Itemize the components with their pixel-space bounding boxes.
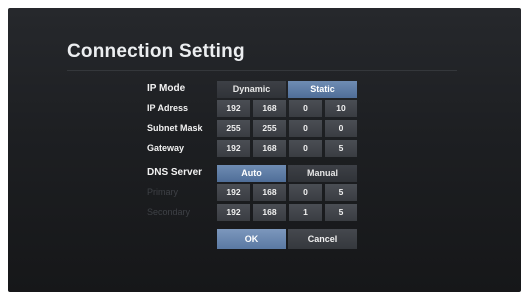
primary-dns-label: Primary [147,187,178,197]
ip-address-label: IP Adress [147,103,189,113]
ip-address-octet-3[interactable]: 0 [289,100,322,117]
primary-dns-octet-2[interactable]: 168 [253,184,286,201]
subnet-mask-octet-4[interactable]: 0 [325,120,357,137]
secondary-dns-octet-2[interactable]: 168 [253,204,286,221]
ok-button[interactable]: OK [217,229,286,249]
subnet-mask-octet-2[interactable]: 255 [253,120,286,137]
subnet-mask-label: Subnet Mask [147,123,203,133]
subnet-mask-octet-3[interactable]: 0 [289,120,322,137]
gateway-octet-4[interactable]: 5 [325,140,357,157]
ip-mode-static-button[interactable]: Static [288,81,357,98]
gateway-label: Gateway [147,143,185,153]
primary-dns-octet-3[interactable]: 0 [289,184,322,201]
primary-dns-octet-1[interactable]: 192 [217,184,250,201]
primary-dns-octet-4[interactable]: 5 [325,184,357,201]
secondary-dns-octet-4[interactable]: 5 [325,204,357,221]
gateway-octet-3[interactable]: 0 [289,140,322,157]
dns-auto-button[interactable]: Auto [217,165,286,182]
gateway-octet-1[interactable]: 192 [217,140,250,157]
secondary-dns-label: Secondary [147,207,191,217]
secondary-dns-octet-1[interactable]: 192 [217,204,250,221]
ip-address-octet-1[interactable]: 192 [217,100,250,117]
title-divider [67,70,457,71]
ip-mode-label: IP Mode [147,83,186,94]
gateway-octet-2[interactable]: 168 [253,140,286,157]
dns-server-label: DNS Server [147,167,203,178]
secondary-dns-octet-3[interactable]: 1 [289,204,322,221]
cancel-button[interactable]: Cancel [288,229,357,249]
dns-manual-button[interactable]: Manual [288,165,357,182]
ip-mode-dynamic-button[interactable]: Dynamic [217,81,286,98]
page-title: Connection Setting [67,41,245,62]
ip-address-octet-4[interactable]: 10 [325,100,357,117]
ip-address-octet-2[interactable]: 168 [253,100,286,117]
subnet-mask-octet-1[interactable]: 255 [217,120,250,137]
